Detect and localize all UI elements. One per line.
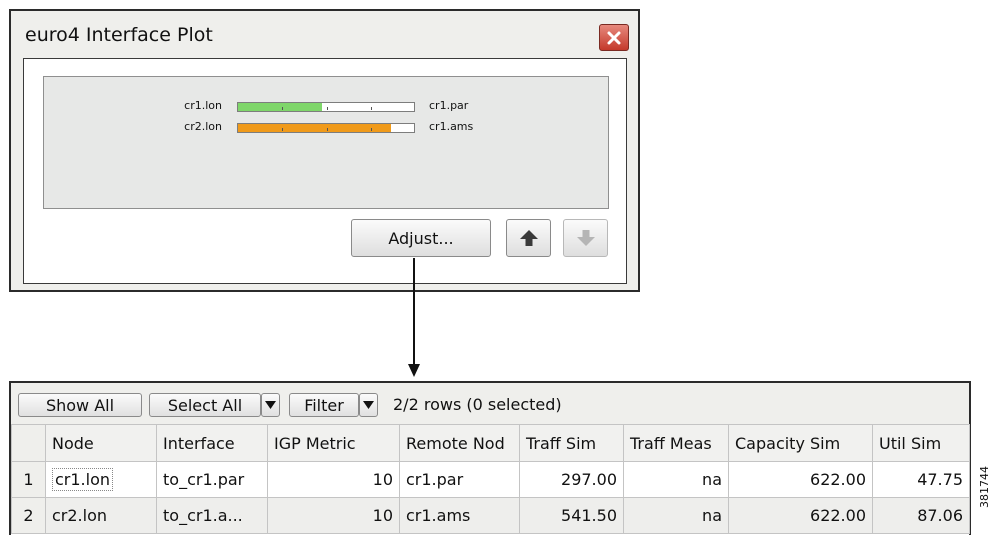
move-down-button[interactable] <box>563 219 608 257</box>
row-number[interactable]: 1 <box>11 461 46 498</box>
utilization-bar <box>237 102 415 112</box>
interfaces-table-panel: Show All Select All Filter 2/2 rows (0 s… <box>9 381 971 535</box>
show-all-button[interactable]: Show All <box>18 393 142 417</box>
cell-remote-node[interactable]: cr1.par <box>399 461 520 498</box>
chevron-down-icon <box>363 400 374 409</box>
table-row[interactable]: 2 cr2.lon to_cr1.a... 10 cr1.ams 541.50 … <box>11 497 970 534</box>
interface-plot-area: cr1.lon cr1.par cr2.lon cr1.ams <box>43 76 609 209</box>
chevron-down-icon <box>265 400 276 409</box>
cell-traff-sim[interactable]: 541.50 <box>519 497 624 534</box>
table-toolbar: Show All Select All Filter 2/2 rows (0 s… <box>11 383 969 424</box>
cell-remote-node[interactable]: cr1.ams <box>399 497 520 534</box>
cell-util-sim[interactable]: 87.06 <box>872 497 970 534</box>
cell-interface[interactable]: to_cr1.par <box>156 461 268 498</box>
plot-row[interactable]: cr1.lon cr1.par <box>44 99 608 113</box>
column-header-interface[interactable]: Interface <box>156 424 268 462</box>
cell-traff-meas[interactable]: na <box>623 461 729 498</box>
filter-dropdown[interactable] <box>359 393 378 417</box>
table-row[interactable]: 1 cr1.lon to_cr1.par 10 cr1.par 297.00 n… <box>11 461 970 498</box>
dialog-body: cr1.lon cr1.par cr2.lon cr1.ams Adjust..… <box>23 58 627 284</box>
utilization-bar-fill <box>238 124 392 132</box>
row-number-header <box>11 424 46 462</box>
connector-arrowhead <box>408 364 420 377</box>
figure-id-label: 381744 <box>978 466 988 508</box>
close-button[interactable] <box>599 24 629 51</box>
column-header-traff-sim[interactable]: Traff Sim <box>519 424 624 462</box>
cell-igp-metric[interactable]: 10 <box>267 497 400 534</box>
close-icon <box>607 31 621 44</box>
interfaces-table: Node Interface IGP Metric Remote Nod Tra… <box>11 424 970 534</box>
cell-node[interactable]: cr1.lon <box>45 461 157 498</box>
adjust-button[interactable]: Adjust... <box>351 219 491 257</box>
arrow-up-icon <box>519 230 538 246</box>
utilization-bar <box>237 123 415 133</box>
cell-capacity-sim[interactable]: 622.00 <box>728 461 873 498</box>
dialog-title: euro4 Interface Plot <box>25 24 213 46</box>
column-header-traff-meas[interactable]: Traff Meas <box>623 424 729 462</box>
cell-traff-meas[interactable]: na <box>623 497 729 534</box>
cell-node[interactable]: cr2.lon <box>45 497 157 534</box>
row-number[interactable]: 2 <box>11 497 46 534</box>
column-header-remote-node[interactable]: Remote Nod <box>399 424 520 462</box>
filter-button[interactable]: Filter <box>289 393 359 417</box>
arrow-down-icon <box>576 230 595 246</box>
move-up-button[interactable] <box>506 219 551 257</box>
plot-remote-label: cr1.par <box>429 99 469 112</box>
connector-line <box>413 258 415 366</box>
select-all-dropdown[interactable] <box>261 393 280 417</box>
column-header-capacity-sim[interactable]: Capacity Sim <box>728 424 873 462</box>
cell-capacity-sim[interactable]: 622.00 <box>728 497 873 534</box>
column-header-igp-metric[interactable]: IGP Metric <box>267 424 400 462</box>
plot-row[interactable]: cr2.lon cr1.ams <box>44 120 608 134</box>
plot-remote-label: cr1.ams <box>429 120 474 133</box>
rows-status: 2/2 rows (0 selected) <box>393 395 562 414</box>
column-header-node[interactable]: Node <box>45 424 157 462</box>
table-header-row: Node Interface IGP Metric Remote Nod Tra… <box>11 424 970 462</box>
plot-node-label: cr1.lon <box>184 99 222 112</box>
cell-traff-sim[interactable]: 297.00 <box>519 461 624 498</box>
cell-interface[interactable]: to_cr1.a... <box>156 497 268 534</box>
column-header-util-sim[interactable]: Util Sim <box>872 424 970 462</box>
cell-node-value: cr1.lon <box>52 468 114 491</box>
select-all-button[interactable]: Select All <box>149 393 261 417</box>
plot-node-label: cr2.lon <box>184 120 222 133</box>
cell-igp-metric[interactable]: 10 <box>267 461 400 498</box>
interface-plot-dialog: euro4 Interface Plot cr1.lon cr1.par cr2… <box>9 9 640 292</box>
utilization-bar-fill <box>238 103 323 111</box>
cell-util-sim[interactable]: 47.75 <box>872 461 970 498</box>
